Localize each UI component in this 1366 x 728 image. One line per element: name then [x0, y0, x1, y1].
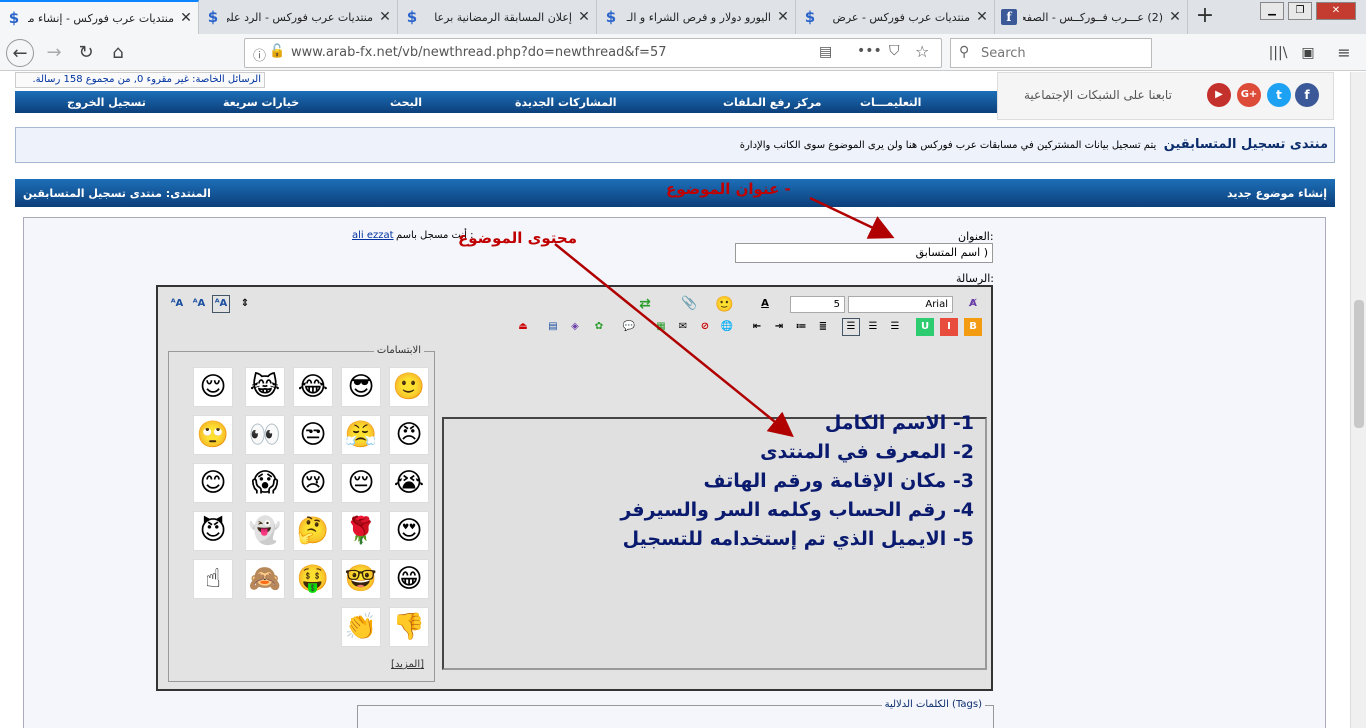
tab-title: منتديات عرب فوركس - إنشاء مو: [28, 11, 174, 25]
back-button[interactable]: ←: [6, 39, 34, 67]
close-icon[interactable]: ✕: [976, 9, 988, 25]
tab-1[interactable]: ✕ (2) عـــرب فــوركــس - الصفحة f: [995, 0, 1188, 34]
new-tab-button[interactable]: +: [1193, 3, 1217, 29]
content-line: 5- الايميل الذي تم إستخدامه للتسجيل: [622, 528, 974, 550]
close-icon[interactable]: ✕: [379, 9, 391, 25]
home-button[interactable]: ⌂: [104, 39, 132, 67]
url-bar[interactable]: ⓘ 🔓 www.arab-fx.net/vb/newthread.php?do=…: [244, 38, 942, 68]
close-icon[interactable]: ✕: [777, 9, 789, 25]
tab-5[interactable]: ✕ منتديات عرب فوركس - الرد على $: [199, 0, 398, 34]
dollar-icon: $: [804, 8, 816, 26]
content-line: 2- المعرف في المنتدى: [760, 441, 974, 463]
close-icon[interactable]: ✕: [180, 10, 192, 26]
tab-bar: ✕ (2) عـــرب فــوركــس - الصفحة f ✕ منتديات…: [0, 0, 1366, 34]
info-icon[interactable]: ⓘ: [253, 45, 266, 64]
tab-title: اليورو دولار و فرص الشراء و الـ: [626, 10, 771, 24]
bookmark-star-icon[interactable]: ☆: [915, 42, 929, 61]
dollar-icon: $: [8, 9, 20, 27]
dollar-icon: $: [605, 8, 617, 26]
tab-title: منتديات عرب فوركس - عرض: [832, 10, 970, 24]
reload-button[interactable]: ↻: [72, 39, 100, 67]
annotation-arrows: [554, 196, 895, 438]
tab-2[interactable]: ✕ منتديات عرب فوركس - عرض $: [796, 0, 995, 34]
content-line: 1- الاسم الكامل: [824, 412, 974, 434]
reader-view-icon[interactable]: ▤: [819, 44, 832, 60]
content-line: 3- مكان الإقامة ورقم الهاتف: [703, 470, 974, 492]
insecure-lock-icon[interactable]: 🔓: [269, 44, 285, 59]
url-text[interactable]: www.arab-fx.net/vb/newthread.php?do=newt…: [291, 45, 666, 60]
pocket-icon[interactable]: ⛉: [889, 43, 900, 59]
search-icon: ⚲: [959, 44, 970, 60]
search-bar[interactable]: ⚲: [950, 38, 1152, 68]
message-content: 1- الاسم الكامل 2- المعرف في المنتدى 3- …: [620, 409, 974, 554]
minimize-button[interactable]: ▁: [1260, 2, 1284, 20]
search-input[interactable]: [981, 46, 1141, 61]
tab-3[interactable]: ✕ اليورو دولار و فرص الشراء و الـ $: [597, 0, 796, 34]
library-icon[interactable]: |||\: [1264, 39, 1292, 67]
content-line: 4- رقم الحساب وكلمه السر والسيرفر: [620, 499, 974, 521]
page-scrollbar[interactable]: [1350, 72, 1366, 728]
close-icon[interactable]: ✕: [578, 9, 590, 25]
dollar-icon: $: [406, 8, 418, 26]
facebook-icon: f: [1001, 9, 1017, 25]
sidebar-icon[interactable]: ▣: [1294, 39, 1322, 67]
menu-icon[interactable]: ≡: [1330, 39, 1358, 67]
close-icon[interactable]: ✕: [1169, 9, 1181, 25]
close-window-button[interactable]: ✕: [1316, 2, 1356, 20]
page-actions-icon[interactable]: •••: [857, 43, 882, 59]
tab-4[interactable]: ✕ إعلان المسابقة الرمضانية برعا $: [398, 0, 597, 34]
scrollbar-thumb[interactable]: [1354, 300, 1364, 428]
tab-6-active[interactable]: ✕ منتديات عرب فوركس - إنشاء مو $: [0, 0, 199, 34]
tab-title: (2) عـــرب فــوركــس - الصفحة: [1023, 10, 1163, 24]
dollar-icon: $: [207, 8, 219, 26]
tab-title: منتديات عرب فوركس - الرد على: [227, 10, 373, 24]
forward-button[interactable]: →: [40, 39, 68, 67]
maximize-button[interactable]: ❐: [1288, 2, 1312, 20]
nav-bar: ← → ↻ ⌂ ⓘ 🔓 www.arab-fx.net/vb/newthread…: [0, 34, 1366, 71]
page-content: الرسائل الخاصة: غير مقروء 0, من مجموع 15…: [0, 72, 1350, 728]
tab-title: إعلان المسابقة الرمضانية برعا: [434, 10, 572, 24]
